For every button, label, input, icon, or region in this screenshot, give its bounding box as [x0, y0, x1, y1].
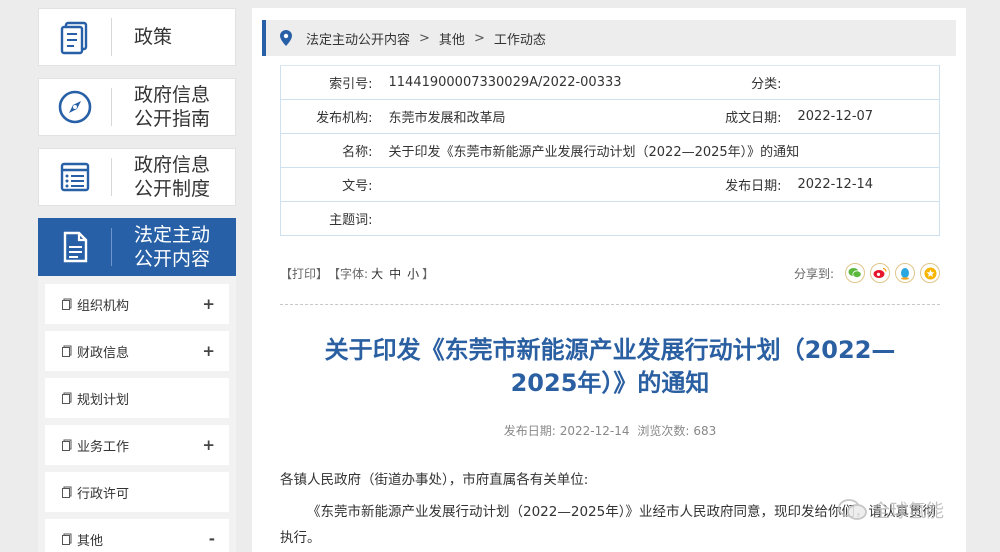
- table-row: 文号: 发布日期: 2022-12-14: [280, 167, 940, 202]
- nav-statutory-content[interactable]: 法定主动 公开内容: [38, 218, 236, 276]
- sub-item-label: 其他: [77, 533, 104, 549]
- sub-item-planning[interactable]: 规划计划: [45, 378, 229, 418]
- breadcrumb-item[interactable]: 工作动态: [494, 29, 546, 48]
- doc-icon: [62, 298, 72, 310]
- nav-policy[interactable]: 政策: [38, 8, 236, 66]
- breadcrumb-accent-bar: [262, 20, 266, 56]
- font-size-small[interactable]: 小: [407, 265, 419, 282]
- sub-item-label: 业务工作: [77, 439, 130, 455]
- meta-value: [380, 201, 940, 236]
- article-title-line: 关于印发《东莞市新能源产业发展行动计划（2022—: [324, 336, 896, 364]
- sub-item-label: 组织机构: [77, 298, 130, 314]
- meta-value: 2022-12-07: [789, 99, 940, 134]
- list-doc-icon: [39, 149, 111, 205]
- font-size-label: 【字体:: [328, 266, 369, 281]
- table-row: 发布机构: 东莞市发展和改革局 成文日期: 2022-12-07: [280, 99, 940, 134]
- meta-key: 分类:: [659, 65, 790, 100]
- document-icon: [39, 219, 111, 275]
- meta-value: 关于印发《东莞市新能源产业发展行动计划（2022—2025年）》的通知: [380, 133, 940, 168]
- breadcrumb: 法定主动公开内容 > 其他 > 工作动态: [262, 20, 956, 56]
- breadcrumb-item[interactable]: 法定主动公开内容: [306, 29, 410, 48]
- expand-toggle[interactable]: +: [202, 295, 215, 313]
- favorite-share-icon[interactable]: [920, 263, 940, 283]
- share-label: 分享到:: [793, 266, 834, 281]
- nav-label: 政策: [134, 26, 173, 48]
- nav-label: 政府信息 公开制度: [134, 154, 211, 200]
- watermark: 全球氢能: [838, 497, 944, 523]
- document-meta-table: 索引号: 11441900007330029A/2022-00333 分类: 发…: [280, 65, 940, 236]
- nav-disclosure-guide[interactable]: 政府信息 公开指南: [38, 78, 236, 136]
- share-bar: 分享到:: [794, 263, 940, 283]
- nav-label: 政府信息 公开指南: [134, 84, 211, 130]
- meta-key: 发布机构:: [280, 99, 381, 134]
- breadcrumb-item[interactable]: 其他: [439, 29, 465, 48]
- meta-value: [380, 167, 660, 202]
- font-size-large[interactable]: 大: [371, 265, 383, 282]
- sidebar: 政策 政府信息 公开指南 政府信息 公开制度 法定主动 公开内容 组织机构 + …: [38, 8, 236, 552]
- meta-value: [789, 65, 940, 100]
- wechat-watermark-icon: [838, 499, 867, 520]
- article-tools: 【打印】 【字体: 大 中 小 】 分享到:: [280, 262, 940, 284]
- print-link[interactable]: 【打印】: [280, 265, 328, 282]
- font-size-close: 】: [422, 266, 435, 281]
- meta-key: 名称:: [280, 133, 381, 168]
- collapse-toggle[interactable]: -: [209, 530, 215, 548]
- nav-disclosure-system[interactable]: 政府信息 公开制度: [38, 148, 236, 206]
- expand-toggle[interactable]: +: [202, 342, 215, 360]
- meta-value: 2022-12-14: [789, 167, 940, 202]
- divider: [280, 304, 940, 305]
- meta-key: 文号:: [280, 167, 381, 202]
- meta-value: 11441900007330029A/2022-00333: [380, 65, 660, 100]
- table-row: 名称: 关于印发《东莞市新能源产业发展行动计划（2022—2025年）》的通知: [280, 133, 940, 168]
- article-pub-info: 发布日期: 2022-12-14 浏览次数: 683: [280, 422, 940, 439]
- meta-value: 东莞市发展和改革局: [380, 99, 660, 134]
- sub-item-other[interactable]: 其他 -: [45, 519, 229, 552]
- sub-nav: 组织机构 + 财政信息 + 规划计划 业务工作 + 行政许可 其他 -: [38, 276, 236, 552]
- compass-icon: [39, 79, 111, 135]
- sub-item-licensing[interactable]: 行政许可: [45, 472, 229, 512]
- doc-icon: [62, 345, 72, 357]
- article-title-line: 2025年）》的通知: [510, 369, 710, 397]
- meta-key: 发布日期:: [659, 167, 790, 202]
- table-row: 索引号: 11441900007330029A/2022-00333 分类:: [280, 65, 940, 100]
- article-greeting: 各镇人民政府（街道办事处），市府直属各有关单位:: [280, 472, 589, 488]
- sub-item-business[interactable]: 业务工作 +: [45, 425, 229, 465]
- meta-key: 索引号:: [280, 65, 381, 100]
- doc-icon: [62, 439, 72, 451]
- meta-key: 主题词:: [280, 201, 381, 236]
- doc-icon: [62, 486, 72, 498]
- sub-item-finance[interactable]: 财政信息 +: [45, 331, 229, 371]
- views-count: 683: [693, 424, 717, 438]
- doc-icon: [62, 392, 72, 404]
- meta-key: 成文日期:: [659, 99, 790, 134]
- qq-share-icon[interactable]: [895, 263, 915, 283]
- main-panel: 法定主动公开内容 > 其他 > 工作动态 索引号: 11441900007330…: [252, 8, 966, 552]
- breadcrumb-separator: >: [419, 30, 430, 46]
- sub-item-label: 行政许可: [77, 486, 130, 502]
- views-label: 浏览次数:: [637, 424, 690, 438]
- expand-toggle[interactable]: +: [202, 436, 215, 454]
- pub-date: 2022-12-14: [559, 424, 630, 438]
- sub-item-label: 规划计划: [77, 392, 130, 408]
- sub-item-organization[interactable]: 组织机构 +: [45, 284, 229, 324]
- article-title: 关于印发《东莞市新能源产业发展行动计划（2022— 2025年）》的通知: [280, 334, 940, 400]
- nav-label: 法定主动 公开内容: [134, 224, 211, 270]
- doc-icon: [62, 533, 72, 545]
- pub-date-label: 发布日期:: [503, 424, 556, 438]
- font-size-medium[interactable]: 中: [389, 265, 401, 282]
- wechat-share-icon[interactable]: [845, 263, 865, 283]
- weibo-share-icon[interactable]: [870, 263, 890, 283]
- policy-doc-icon: [39, 9, 111, 65]
- table-row: 主题词:: [280, 201, 940, 236]
- sub-item-label: 财政信息: [77, 345, 130, 361]
- location-pin-icon: [280, 30, 292, 46]
- watermark-text: 全球氢能: [872, 501, 944, 522]
- breadcrumb-separator: >: [473, 30, 485, 46]
